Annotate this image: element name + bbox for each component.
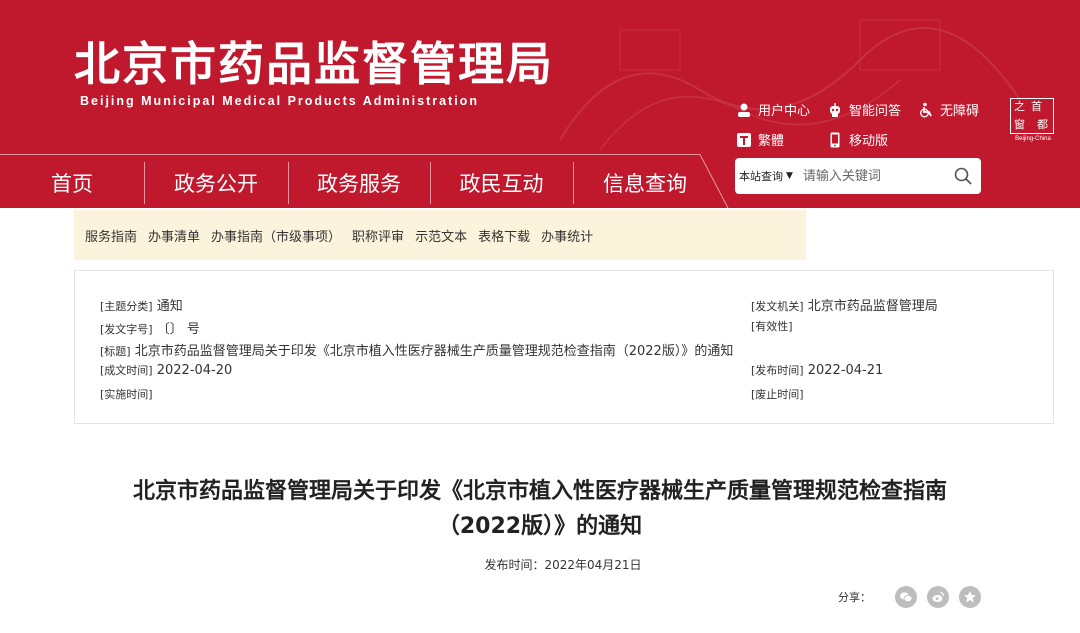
meta-topic-label: [主题分类] bbox=[100, 300, 153, 313]
meta-expired-date-label: [废止时间] bbox=[751, 388, 804, 401]
meta-issuer-value: 北京市药品监督管理局 bbox=[807, 299, 938, 314]
weibo-icon[interactable] bbox=[927, 586, 949, 608]
user-icon bbox=[736, 102, 752, 118]
meta-title-label: [标题] bbox=[100, 345, 131, 358]
smart-qa-label: 智能问答 bbox=[849, 104, 902, 119]
traditional-chinese-link[interactable]: 繁體 bbox=[736, 130, 784, 149]
capital-window-seal[interactable]: 首 都 之 窗 Beijing-China bbox=[1010, 98, 1056, 146]
subnav-model-text[interactable]: 示范文本 bbox=[415, 226, 467, 245]
search-input[interactable] bbox=[802, 168, 943, 184]
seal-char: 之 bbox=[1014, 100, 1025, 113]
meta-published-date-value: 2022-04-21 bbox=[807, 363, 884, 378]
seal-char: 窗 bbox=[1014, 118, 1025, 131]
qzone-icon[interactable] bbox=[959, 586, 981, 608]
mobile-version-link[interactable]: 移动版 bbox=[827, 130, 888, 149]
meta-effective-date: [实施时间] bbox=[100, 386, 153, 402]
user-center-link[interactable]: 用户中心 bbox=[736, 100, 810, 119]
share-bar: 分享： bbox=[838, 586, 981, 608]
accessibility-link[interactable]: 无障碍 bbox=[918, 100, 979, 119]
meta-topic: [主题分类] 通知 bbox=[100, 295, 183, 314]
article-title-line-1: 北京市药品监督管理局关于印发《北京市植入性医疗器械生产质量管理规范检查指南 bbox=[132, 479, 947, 504]
meta-created-date: [成文时间] 2022-04-20 bbox=[100, 362, 232, 378]
meta-title: [标题] 北京市药品监督管理局关于印发《北京市植入性医疗器械生产质量管理规范检查… bbox=[100, 340, 733, 359]
meta-topic-value: 通知 bbox=[156, 299, 183, 314]
accessibility-label: 无障碍 bbox=[940, 104, 980, 119]
nav-top-divider bbox=[0, 154, 700, 155]
subnav-service-list[interactable]: 办事清单 bbox=[148, 226, 200, 245]
subnav-service-statistics[interactable]: 办事统计 bbox=[541, 226, 593, 245]
traditional-chinese-label: 繁體 bbox=[758, 134, 785, 149]
chevron-down-icon: ▼ bbox=[786, 171, 793, 181]
service-subnav: 服务指南 办事清单 办事指南（市级事项） 职称评审 示范文本 表格下载 办事统计 bbox=[74, 210, 806, 260]
nav-item-government-affairs-disclosure[interactable]: 政务公开 bbox=[144, 158, 288, 208]
nav-item-public-interaction[interactable]: 政民互动 bbox=[430, 158, 573, 208]
site-search: 本站查询 ▼ bbox=[735, 158, 981, 194]
nav-item-government-services[interactable]: 政务服务 bbox=[288, 158, 430, 208]
mobile-icon bbox=[827, 132, 843, 148]
subnav-title-review[interactable]: 职称评审 bbox=[352, 226, 404, 245]
subnav-municipal-guide[interactable]: 办事指南（市级事项） bbox=[211, 226, 341, 245]
meta-doc-number: [发文字号] 〔〕 号 bbox=[100, 318, 200, 337]
subnav-form-download[interactable]: 表格下载 bbox=[478, 226, 530, 245]
share-label: 分享： bbox=[838, 591, 871, 604]
wechat-icon[interactable] bbox=[895, 586, 917, 608]
meta-effective-date-label: [实施时间] bbox=[100, 388, 153, 401]
nav-item-home[interactable]: 首页 bbox=[0, 158, 144, 208]
meta-issuer-label: [发文机关] bbox=[751, 300, 804, 313]
user-center-label: 用户中心 bbox=[758, 104, 811, 119]
accessibility-icon bbox=[918, 102, 934, 118]
nav-item-information-query[interactable]: 信息查询 bbox=[573, 158, 717, 208]
seal-subtitle: Beijing-China bbox=[1015, 136, 1051, 142]
seal-char: 首 bbox=[1031, 100, 1042, 113]
meta-title-value: 北京市药品监督管理局关于印发《北京市植入性医疗器械生产质量管理规范检查指南（20… bbox=[134, 344, 734, 359]
search-icon[interactable] bbox=[953, 166, 973, 186]
meta-published-date-label: [发布时间] bbox=[751, 364, 804, 377]
site-subtitle: Beijing Municipal Medical Products Admin… bbox=[80, 94, 479, 108]
search-scope-select[interactable]: 本站查询 ▼ bbox=[735, 168, 793, 184]
meta-doc-number-value: 〔〕 号 bbox=[156, 322, 200, 337]
main-nav: 首页 政务公开 政务服务 政民互动 信息查询 bbox=[0, 158, 717, 208]
meta-issuer: [发文机关] 北京市药品监督管理局 bbox=[751, 295, 938, 314]
mobile-version-label: 移动版 bbox=[849, 134, 889, 149]
meta-created-date-label: [成文时间] bbox=[100, 364, 153, 377]
meta-expired-date: [废止时间] bbox=[751, 386, 804, 402]
smart-qa-link[interactable]: 智能问答 bbox=[827, 100, 901, 119]
meta-created-date-value: 2022-04-20 bbox=[156, 363, 233, 378]
seal-frame: 首 都 之 窗 bbox=[1010, 98, 1054, 134]
meta-doc-number-label: [发文字号] bbox=[100, 323, 153, 336]
article-title-line-2: （2022版）》的通知 bbox=[437, 514, 643, 539]
robot-icon bbox=[827, 102, 843, 118]
site-title[interactable]: 北京市药品监督管理局 bbox=[74, 38, 554, 90]
article-title: 北京市药品监督管理局关于印发《北京市植入性医疗器械生产质量管理规范检查指南 （2… bbox=[60, 474, 1020, 544]
search-scope-label: 本站查询 bbox=[739, 170, 783, 183]
document-metadata-box: [主题分类] 通知 [发文机关] 北京市药品监督管理局 [发文字号] 〔〕 号 … bbox=[74, 270, 1054, 424]
meta-validity: [有效性] bbox=[751, 318, 793, 334]
seal-char: 都 bbox=[1037, 118, 1048, 131]
site-header: 北京市药品监督管理局 Beijing Municipal Medical Pro… bbox=[0, 0, 1080, 208]
subnav-service-guide[interactable]: 服务指南 bbox=[85, 226, 137, 245]
traditional-chinese-icon bbox=[736, 132, 752, 148]
meta-published-date: [发布时间] 2022-04-21 bbox=[751, 362, 883, 378]
article-publish-date: 发布时间：2022年04月21日 bbox=[484, 558, 642, 572]
meta-validity-label: [有效性] bbox=[751, 320, 793, 333]
